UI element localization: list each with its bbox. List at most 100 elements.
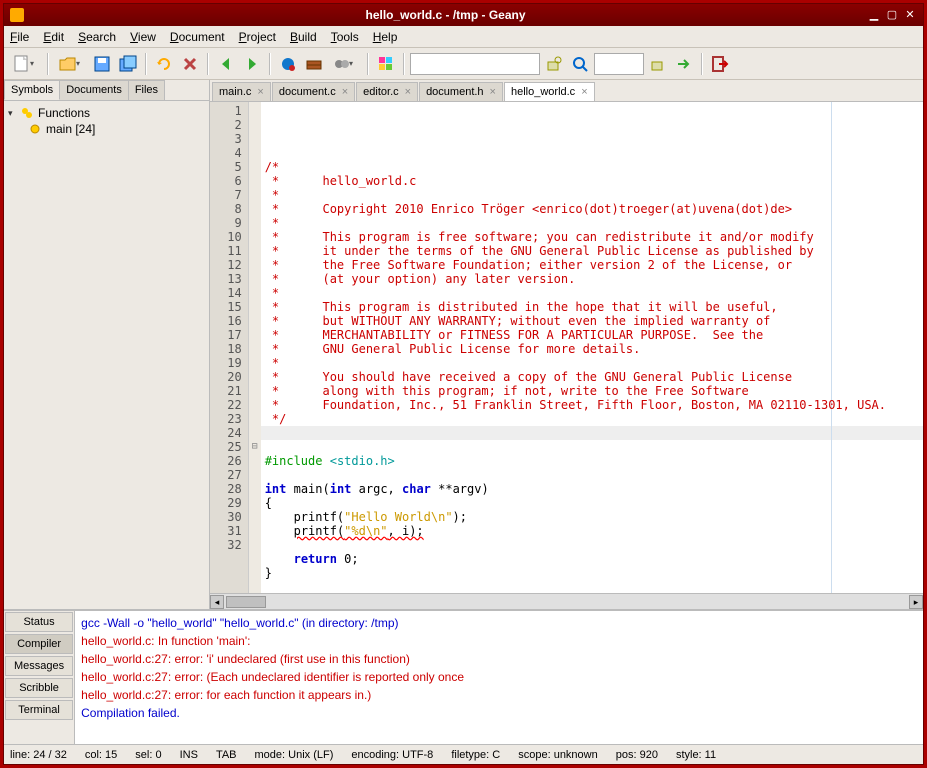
minimize-button[interactable]: ▁ — [867, 8, 881, 22]
menu-tools[interactable]: Tools — [331, 30, 359, 44]
compiler-message[interactable]: gcc -Wall -o "hello_world" "hello_world.… — [81, 614, 917, 632]
panel-tab-messages[interactable]: Messages — [5, 656, 73, 676]
scroll-thumb[interactable] — [226, 596, 266, 608]
file-tab-label: editor.c — [363, 86, 398, 98]
dropdown-icon: ▾ — [30, 59, 38, 68]
sidebar-tabs: Symbols Documents Files — [4, 80, 209, 101]
panel-tab-status[interactable]: Status — [5, 612, 73, 632]
goto-broom-button[interactable] — [646, 52, 670, 76]
file-tab-document-h[interactable]: document.h × — [419, 82, 503, 101]
save-button[interactable] — [90, 52, 114, 76]
find-in-files-button[interactable] — [568, 52, 592, 76]
search-input[interactable] — [410, 53, 540, 75]
search-button[interactable] — [542, 52, 566, 76]
file-tab-editor-c[interactable]: editor.c × — [356, 82, 418, 101]
status-ins: INS — [180, 749, 198, 761]
window-title: hello_world.c - /tmp - Geany — [28, 8, 863, 22]
status-col: col: 15 — [85, 749, 117, 761]
separator — [145, 53, 147, 75]
menu-project[interactable]: Project — [239, 30, 276, 44]
close-tab-icon[interactable]: × — [257, 86, 263, 98]
tree-row-functions[interactable]: ▾ Functions — [8, 105, 205, 121]
color-picker-button[interactable] — [374, 52, 398, 76]
status-tab: TAB — [216, 749, 237, 761]
scroll-right-icon[interactable]: ▸ — [909, 595, 923, 609]
panel-tab-terminal[interactable]: Terminal — [5, 700, 73, 720]
close-file-button[interactable] — [178, 52, 202, 76]
sidebar: Symbols Documents Files ▾ Functions main… — [4, 80, 210, 609]
menu-help[interactable]: Help — [373, 30, 398, 44]
code-content[interactable]: /* * hello_world.c * * Copyright 2010 En… — [261, 102, 923, 593]
compile-button[interactable] — [276, 52, 300, 76]
close-tab-icon[interactable]: × — [581, 86, 587, 98]
revert-button[interactable] — [152, 52, 176, 76]
separator — [269, 53, 271, 75]
file-tab-hello_world-c[interactable]: hello_world.c× — [504, 82, 595, 101]
menu-view[interactable]: View — [130, 30, 156, 44]
scroll-left-icon[interactable]: ◂ — [210, 595, 224, 609]
panel-tab-compiler[interactable]: Compiler — [5, 634, 73, 654]
nav-forward-button[interactable] — [240, 52, 264, 76]
close-tab-icon[interactable]: × — [342, 86, 348, 98]
file-tab-document-c[interactable]: document.c × — [272, 82, 355, 101]
status-style: style: 11 — [676, 749, 716, 761]
status-filetype: filetype: C — [451, 749, 500, 761]
fold-column[interactable]: ⊟ — [249, 102, 261, 593]
status-mode: mode: Unix (LF) — [255, 749, 334, 761]
maximize-button[interactable]: ▢ — [885, 8, 899, 22]
editor-area: main.c×document.c×editor.c×document.h×he… — [210, 80, 923, 609]
file-tab-label: document.h — [426, 86, 483, 98]
new-file-button[interactable]: ▾ — [8, 52, 42, 76]
app-window: hello_world.c - /tmp - Geany ▁ ▢ ✕ File … — [3, 3, 924, 765]
menu-edit[interactable]: Edit — [43, 30, 64, 44]
panel-tab-scribble[interactable]: Scribble — [5, 678, 73, 698]
main-area: Symbols Documents Files ▾ Functions main… — [4, 80, 923, 609]
menu-build[interactable]: Build — [290, 30, 317, 44]
collapse-icon[interactable]: ▾ — [8, 108, 18, 119]
compiler-output[interactable]: gcc -Wall -o "hello_world" "hello_world.… — [75, 611, 923, 744]
tree-label: Functions — [38, 106, 90, 120]
build-button[interactable] — [302, 52, 326, 76]
horizontal-scrollbar[interactable]: ◂ ▸ — [210, 593, 923, 609]
save-all-button[interactable] — [116, 52, 140, 76]
status-encoding: encoding: UTF-8 — [351, 749, 433, 761]
run-button[interactable]: ▾ — [328, 52, 362, 76]
titlebar: hello_world.c - /tmp - Geany ▁ ▢ ✕ — [4, 4, 923, 26]
menu-file[interactable]: File — [10, 30, 29, 44]
sidebar-tab-symbols[interactable]: Symbols — [4, 80, 60, 100]
toolbar: ▾ ▾ ▾ — [4, 48, 923, 80]
menu-document[interactable]: Document — [170, 30, 225, 44]
message-panel: StatusCompilerMessagesScribbleTerminal g… — [4, 609, 923, 744]
message-panel-tabs: StatusCompilerMessagesScribbleTerminal — [4, 611, 75, 744]
tree-label: main [24] — [46, 122, 95, 136]
compiler-message[interactable]: hello_world.c:27: error: for each functi… — [81, 686, 917, 704]
goto-line-input[interactable] — [594, 53, 644, 75]
app-icon — [10, 8, 24, 22]
close-tab-icon[interactable]: × — [405, 86, 411, 98]
file-tabs: main.c×document.c×editor.c×document.h×he… — [210, 80, 923, 102]
separator — [403, 53, 405, 75]
file-tab-label: document.c — [279, 86, 336, 98]
editor-viewport[interactable]: 1 2 3 4 5 6 7 8 9 10 11 12 13 14 15 16 1… — [210, 102, 923, 593]
quit-button[interactable] — [708, 52, 732, 76]
status-sel: sel: 0 — [135, 749, 161, 761]
goto-line-button[interactable] — [672, 52, 696, 76]
close-tab-icon[interactable]: × — [490, 86, 496, 98]
compiler-message[interactable]: hello_world.c:27: error: 'i' undeclared … — [81, 650, 917, 668]
nav-back-button[interactable] — [214, 52, 238, 76]
tree-row-main[interactable]: main [24] — [8, 121, 205, 137]
compiler-message[interactable]: hello_world.c: In function 'main': — [81, 632, 917, 650]
open-file-button[interactable]: ▾ — [54, 52, 88, 76]
sidebar-tab-files[interactable]: Files — [128, 80, 165, 100]
file-tab-main-c[interactable]: main.c× — [212, 82, 271, 101]
compiler-message[interactable]: Compilation failed. — [81, 704, 917, 722]
sidebar-tab-documents[interactable]: Documents — [59, 80, 129, 100]
menu-search[interactable]: Search — [78, 30, 116, 44]
close-window-button[interactable]: ✕ — [903, 8, 917, 22]
separator — [701, 53, 703, 75]
separator — [207, 53, 209, 75]
status-scope: scope: unknown — [518, 749, 598, 761]
separator — [47, 53, 49, 75]
compiler-message[interactable]: hello_world.c:27: error: (Each undeclare… — [81, 668, 917, 686]
status-line: line: 24 / 32 — [10, 749, 67, 761]
